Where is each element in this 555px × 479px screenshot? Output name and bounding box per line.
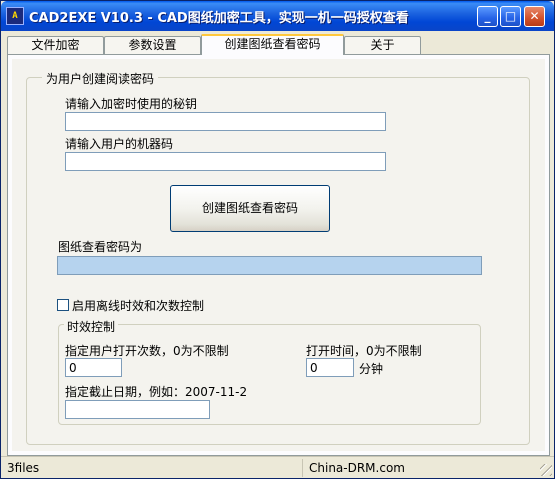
tab-create-view-password[interactable]: 创建图纸查看密码 [201, 34, 344, 55]
minimize-button[interactable]: _ [477, 6, 498, 27]
close-button[interactable]: ✕ [524, 6, 545, 27]
create-password-group-title: 为用户创建阅读密码 [42, 70, 159, 87]
app-icon[interactable]: A [6, 7, 24, 25]
secret-key-input[interactable] [65, 112, 386, 131]
offline-control-checkbox[interactable] [57, 299, 69, 311]
open-time-label: 打开时间，0为不限制 [306, 344, 422, 358]
offline-control-label[interactable]: 启用离线时效和次数控制 [72, 297, 204, 314]
tab-parameter-settings[interactable]: 参数设置 [104, 36, 201, 54]
open-time-unit: 分钟 [359, 362, 384, 376]
expiry-date-input[interactable] [65, 400, 210, 419]
status-bar: 3files China-DRM.com [1, 456, 554, 478]
tab-strip: 文件加密 参数设置 创建图纸查看密码 关于 [7, 34, 552, 55]
tab-about[interactable]: 关于 [344, 36, 421, 54]
title-bar[interactable]: A CAD2EXE V10.3 - CAD图纸加密工具，实现一机一码授权查看 _… [1, 1, 554, 31]
machine-code-input[interactable] [65, 152, 386, 171]
machine-code-label: 请输入用户的机器码 [65, 137, 174, 151]
expiry-date-label: 指定截止日期，例如：2007-11-2 [65, 385, 248, 399]
time-control-group-title: 时效控制 [64, 318, 119, 335]
result-label: 图纸查看密码为 [58, 240, 143, 254]
status-website: China-DRM.com [309, 461, 405, 475]
status-file-count: 3files [3, 459, 303, 477]
app-window: A CAD2EXE V10.3 - CAD图纸加密工具，实现一机一码授权查看 _… [0, 0, 555, 479]
secret-key-label: 请输入加密时使用的秘钥 [65, 97, 198, 111]
window-title: CAD2EXE V10.3 - CAD图纸加密工具，实现一机一码授权查看 [29, 11, 409, 26]
open-count-label: 指定用户打开次数，0为不限制 [65, 344, 229, 358]
create-password-button[interactable]: 创建图纸查看密码 [170, 185, 330, 232]
maximize-button[interactable]: □ [500, 6, 521, 27]
open-count-input[interactable] [65, 358, 122, 377]
result-password-field[interactable] [57, 256, 482, 275]
tab-file-encrypt[interactable]: 文件加密 [7, 36, 104, 54]
resize-grip-icon[interactable] [540, 464, 552, 476]
open-time-input[interactable] [306, 358, 354, 377]
